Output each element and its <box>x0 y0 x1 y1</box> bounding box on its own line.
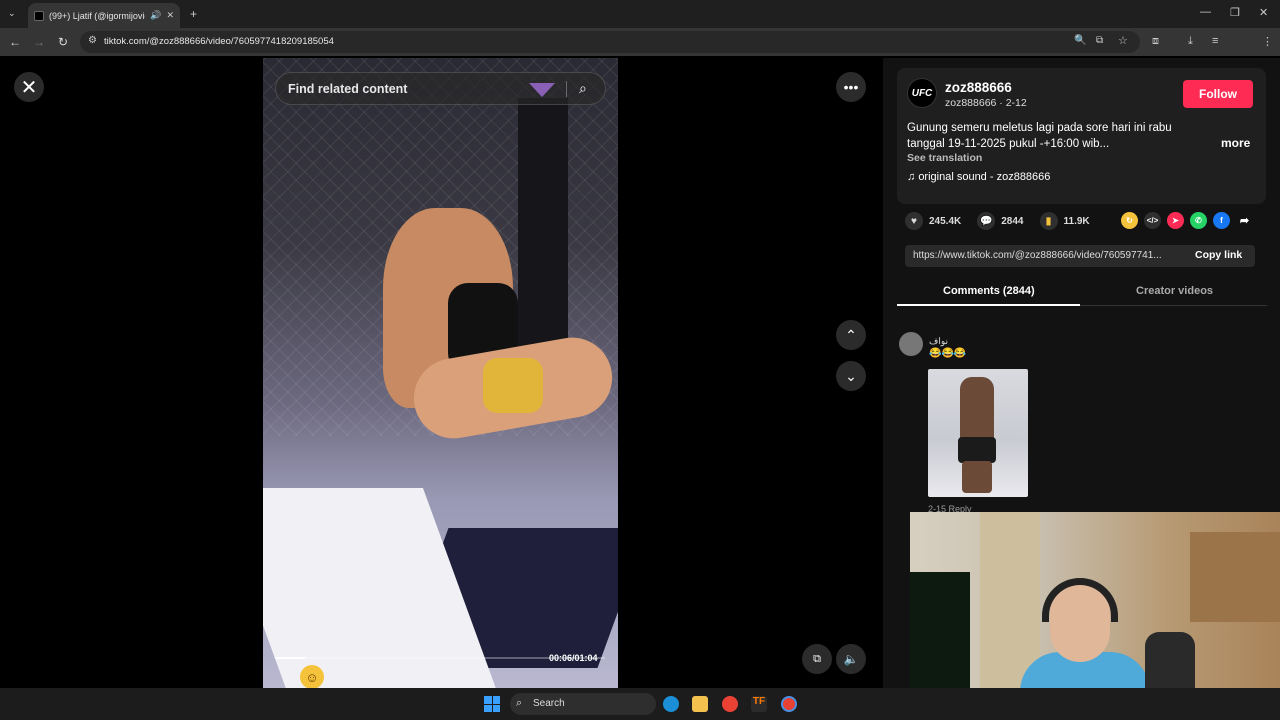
comment-avatar[interactable] <box>899 332 923 356</box>
extensions-icon[interactable]: ⧈ <box>1152 35 1159 48</box>
install-app-icon[interactable]: ⧉ <box>1096 35 1103 46</box>
comment-button[interactable]: 💬 2844 <box>977 212 1024 230</box>
facebook-icon[interactable]: f <box>1213 212 1230 229</box>
url-text: tiktok.com/@zoz888666/video/760597741820… <box>104 36 334 47</box>
like-button[interactable]: ♥ 245.4K <box>905 212 961 230</box>
browser-menu-icon[interactable]: ⋮ <box>1262 35 1273 48</box>
heart-icon: ♥ <box>905 212 923 230</box>
save-button[interactable]: ▮ 11.9K <box>1039 212 1090 230</box>
whatsapp-icon[interactable]: ✆ <box>1190 212 1207 229</box>
save-count: 11.9K <box>1063 215 1090 227</box>
window-close-icon[interactable]: ✕ <box>1259 6 1268 19</box>
video-link-text: https://www.tiktok.com/@zoz888666/video/… <box>913 250 1162 261</box>
more-options-icon[interactable]: ••• <box>836 72 866 102</box>
next-video-icon[interactable]: ⌄ <box>836 361 866 391</box>
chrome-icon[interactable] <box>722 696 738 712</box>
triangle-icon <box>529 83 555 97</box>
taskbar-search-label: Search <box>533 698 565 709</box>
video-player[interactable] <box>263 58 618 688</box>
engagement-stats: ♥ 245.4K 💬 2844 ▮ 11.9K <box>905 211 1106 231</box>
sound-label: original sound - zoz888666 <box>918 171 1051 183</box>
see-translation-link[interactable]: See translation <box>907 152 982 164</box>
volume-icon[interactable]: 🔈 <box>836 644 866 674</box>
comment-text: 😂😂😂 <box>929 348 967 359</box>
edge-icon[interactable] <box>663 696 679 712</box>
comment-image[interactable] <box>928 369 1028 497</box>
search-icon[interactable]: ⌕ <box>579 80 587 97</box>
browser-tab-bar: ⌄ (99+) Ljatif (@igormijovic00 🔊 ✕ + — ❐… <box>0 0 1280 28</box>
share-icons: ↻ </> ➤ ✆ f ➦ <box>1121 212 1253 229</box>
face-emoji-icon[interactable]: ☺ <box>300 665 324 689</box>
downloads-icon[interactable]: ⤓ <box>1188 35 1193 48</box>
headset-icon <box>1042 578 1118 622</box>
tiktok-favicon-icon <box>34 10 44 21</box>
search-divider <box>566 81 567 97</box>
post-info-card: UFC zoz888666 zoz888666 · 2-12 Follow Gu… <box>897 68 1266 204</box>
username[interactable]: zoz888666 <box>945 80 1012 95</box>
share-arrow-icon[interactable]: ➦ <box>1236 212 1253 229</box>
video-progress-fill <box>275 657 305 659</box>
taskbar-search[interactable]: ⌕ Search <box>510 693 656 715</box>
tab-title: (99+) Ljatif (@igormijovic00 <box>49 10 145 21</box>
file-explorer-icon[interactable] <box>692 696 708 712</box>
windows-start-icon[interactable] <box>484 696 500 712</box>
bookmark-star-icon[interactable]: ☆ <box>1118 34 1128 47</box>
related-search-input[interactable]: Find related content ⌕ <box>275 72 606 105</box>
tab-comments[interactable]: Comments (2844) <box>943 285 1035 297</box>
comment-icon: 💬 <box>977 212 996 230</box>
sound-link[interactable]: ♫ original sound - zoz888666 <box>907 171 1050 183</box>
video-time: 00:06/01:04 <box>549 653 598 663</box>
post-description: Gunung semeru meletus lagi pada sore har… <box>907 122 1172 150</box>
cage-post <box>518 98 568 348</box>
like-count: 245.4K <box>929 215 962 227</box>
copy-link-button[interactable]: Copy link <box>1195 249 1242 261</box>
site-info-icon[interactable]: ⚙ <box>88 35 97 46</box>
tab-close-icon[interactable]: ✕ <box>166 10 174 21</box>
speaker-icon[interactable]: 🔊 <box>150 10 161 21</box>
back-icon[interactable]: ← <box>6 33 24 51</box>
comment-image-legs <box>962 461 992 493</box>
chrome-active-icon[interactable] <box>781 696 797 712</box>
new-tab-icon[interactable]: + <box>190 7 197 21</box>
avatar[interactable]: UFC <box>907 78 937 108</box>
comment-image-shorts <box>958 437 996 463</box>
send-icon[interactable]: ➤ <box>1167 212 1184 229</box>
active-tab-indicator <box>897 304 1080 306</box>
url-input[interactable]: ⚙ tiktok.com/@zoz888666/video/7605977418… <box>80 31 1140 53</box>
reload-icon[interactable]: ↻ <box>54 33 72 51</box>
comment-username[interactable]: نواف <box>929 336 948 347</box>
close-video-button[interactable]: ✕ <box>14 72 44 102</box>
music-note-icon: ♫ <box>907 171 916 183</box>
embed-icon[interactable]: </> <box>1144 212 1161 229</box>
previous-video-icon[interactable]: ⌃ <box>836 320 866 350</box>
more-button[interactable]: more <box>1221 136 1250 150</box>
zoom-icon[interactable]: 🔍 <box>1074 35 1086 46</box>
picture-in-picture-icon[interactable]: ⧉ <box>802 644 832 674</box>
webcam-cabinet <box>1190 532 1280 622</box>
browser-tab[interactable]: (99+) Ljatif (@igormijovic00 🔊 ✕ <box>28 3 180 28</box>
repost-icon[interactable]: ↻ <box>1121 212 1138 229</box>
panel-tabs: Comments (2844) Creator videos <box>897 280 1267 306</box>
address-bar-row: ← → ↻ ⚙ tiktok.com/@zoz888666/video/7605… <box>0 28 1280 76</box>
fighter-bottom-shorts <box>483 358 543 413</box>
minimize-icon[interactable]: — <box>1200 6 1211 18</box>
bookmark-icon: ▮ <box>1039 212 1058 230</box>
follow-button[interactable]: Follow <box>1183 80 1253 108</box>
related-search-placeholder: Find related content <box>288 82 408 96</box>
taskbar-search-icon: ⌕ <box>516 697 523 709</box>
user-subline: zoz888666 · 2-12 <box>945 97 1027 109</box>
tab-list-icon[interactable]: ⌄ <box>8 8 16 19</box>
tab-creator-videos[interactable]: Creator videos <box>1136 285 1213 297</box>
tf-app-icon[interactable]: TF <box>751 696 767 712</box>
copy-link-row: https://www.tiktok.com/@zoz888666/video/… <box>905 245 1255 267</box>
comment-count: 2844 <box>1001 215 1024 227</box>
restore-icon[interactable]: ❐ <box>1230 6 1240 19</box>
media-control-icon[interactable]: ≡ <box>1212 35 1218 47</box>
forward-icon[interactable]: → <box>30 33 48 51</box>
